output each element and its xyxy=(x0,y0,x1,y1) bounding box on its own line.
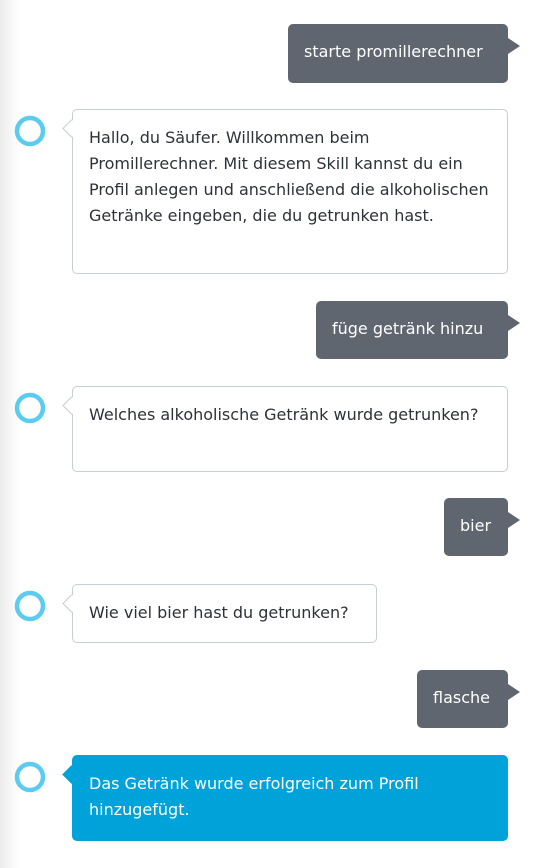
user-bubble-tail xyxy=(508,512,520,528)
alexa-bubble-tail xyxy=(62,119,81,138)
user-bubble-tail xyxy=(508,684,520,700)
alexa-message: Das Getränk wurde erfolgreich zum Profil… xyxy=(62,755,508,841)
user-message-text: bier xyxy=(460,516,492,535)
user-message-text: füge getränk hinzu xyxy=(332,319,484,338)
user-message: füge getränk hinzu xyxy=(316,301,520,359)
user-bubble-tail xyxy=(508,315,520,331)
user-message-text: flasche xyxy=(433,688,490,707)
user-message: starte promillerechner xyxy=(288,24,520,83)
alexa-ring-icon xyxy=(14,590,46,622)
alexa-message: Wie viel bier hast du getrunken? xyxy=(62,584,377,643)
user-message: flasche xyxy=(417,670,520,728)
user-message: bier xyxy=(444,498,520,556)
alexa-message-text: Das Getränk wurde erfolgreich zum Profil… xyxy=(89,774,419,819)
alexa-bubble-tail xyxy=(62,765,81,784)
user-bubble-tail xyxy=(508,38,520,54)
alexa-message: Hallo, du Säufer. Willkommen beim Promil… xyxy=(62,109,508,274)
alexa-ring-icon xyxy=(14,115,46,147)
alexa-message: Welches alkoholische Getränk wurde getru… xyxy=(62,386,508,472)
user-message-text: starte promillerechner xyxy=(304,42,483,61)
alexa-message-text: Wie viel bier hast du getrunken? xyxy=(89,603,349,622)
alexa-bubble-tail xyxy=(62,594,81,613)
alexa-message-text: Welches alkoholische Getränk wurde getru… xyxy=(89,405,479,424)
alexa-ring-icon xyxy=(14,761,46,793)
alexa-ring-icon xyxy=(14,392,46,424)
alexa-bubble-tail xyxy=(62,396,81,415)
alexa-message-text: Hallo, du Säufer. Willkommen beim Promil… xyxy=(89,128,489,225)
